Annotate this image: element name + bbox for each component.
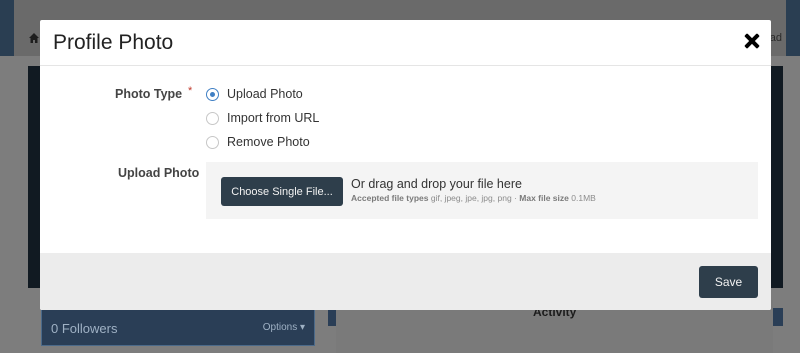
followers-panel: 0 Followers Options ▾ — [41, 308, 315, 346]
radio-button[interactable] — [206, 111, 219, 125]
accepted-types-value: gif, jpeg, jpe, jpg, png — [430, 193, 512, 203]
profile-photo-modal: Profile Photo Photo Type * Upload Photo … — [40, 20, 771, 310]
radio-label-remove-photo: Remove Photo — [227, 135, 310, 149]
info-separator: · — [514, 193, 517, 203]
followers-options-button[interactable]: Options ▾ — [263, 322, 305, 333]
radio-import-from-url[interactable]: Import from URL — [206, 110, 319, 126]
modal-title: Profile Photo — [53, 31, 174, 54]
accepted-types-label: Accepted file types — [351, 193, 429, 203]
breadcrumb-fragment: ad — [769, 32, 782, 44]
required-marker: * — [188, 85, 193, 97]
file-requirements: Accepted file types gif, jpeg, jpe, jpg,… — [351, 193, 596, 203]
choose-file-button[interactable]: Choose Single File... — [221, 177, 343, 206]
modal-footer: Save — [40, 253, 771, 310]
radio-remove-photo[interactable]: Remove Photo — [206, 134, 310, 150]
save-button[interactable]: Save — [699, 266, 758, 298]
radio-button[interactable] — [206, 135, 219, 149]
radio-label-upload-photo: Upload Photo — [227, 87, 303, 101]
max-size-label: Max file size — [519, 193, 569, 203]
home-icon — [28, 32, 40, 44]
photo-type-label: Photo Type — [115, 87, 183, 101]
followers-count: 0 Followers — [51, 321, 118, 336]
background-stripe-left — [0, 0, 14, 56]
close-icon[interactable] — [743, 32, 761, 50]
upload-photo-label: Upload Photo — [118, 166, 200, 180]
file-drop-zone[interactable]: Choose Single File... Or drag and drop y… — [206, 162, 758, 219]
drag-drop-hint: Or drag and drop your file here — [351, 177, 522, 191]
radio-button-selected[interactable] — [206, 87, 219, 101]
background-stripe-right — [786, 0, 800, 56]
radio-label-import-from-url: Import from URL — [227, 111, 320, 125]
modal-header: Profile Photo — [40, 20, 771, 66]
radio-upload-photo[interactable]: Upload Photo — [206, 86, 303, 102]
max-size-value: 0.1MB — [571, 193, 596, 203]
